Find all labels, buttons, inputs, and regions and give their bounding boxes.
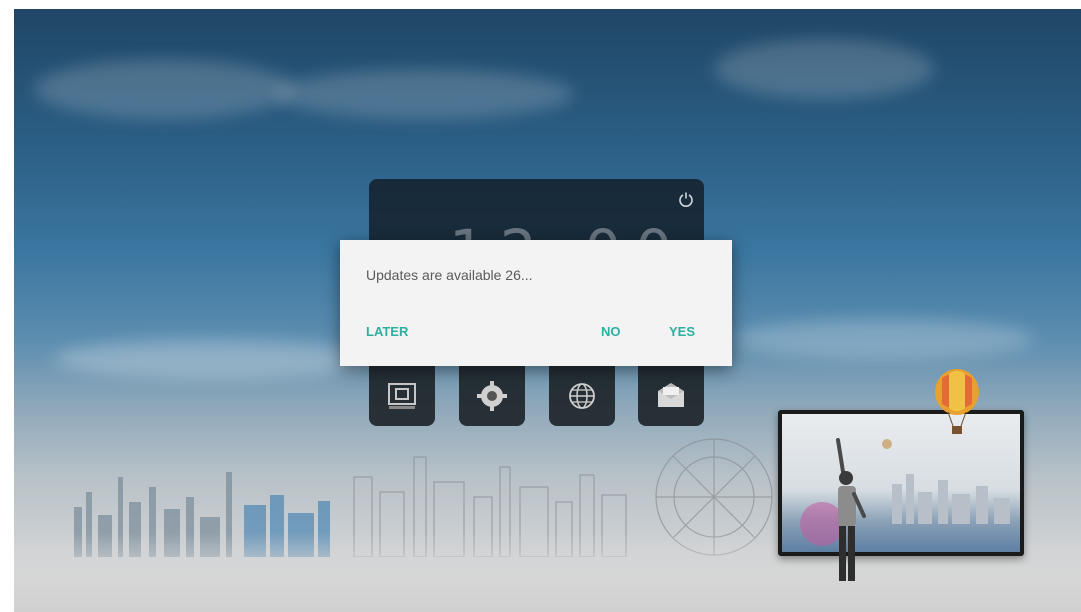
tv-city-illustration (800, 439, 1010, 546)
dialog-message: Updates are available 26... (366, 267, 533, 283)
mail-envelope-icon (658, 383, 684, 407)
app-tile-mail[interactable] (638, 366, 704, 426)
cloud (714, 39, 934, 99)
no-button[interactable]: NO (601, 324, 621, 339)
cloud (34, 59, 294, 119)
later-button[interactable]: LATER (366, 324, 408, 339)
cloud (274, 69, 574, 119)
tv-screen (782, 414, 1020, 552)
media-player-icon (388, 383, 416, 409)
app-tile-settings[interactable] (459, 366, 525, 426)
cloud (734, 319, 1034, 359)
settings-gear-icon (477, 381, 507, 411)
power-icon[interactable] (678, 191, 694, 207)
hot-air-balloon-illustration (935, 369, 979, 434)
yes-button[interactable]: YES (669, 324, 695, 339)
browser-globe-icon (569, 383, 595, 409)
cloud (54, 339, 374, 379)
update-dialog: Updates are available 26... LATER NO YES (340, 240, 732, 366)
person-illustration (836, 438, 866, 581)
clock-widget: 12:00 (369, 179, 704, 285)
tv-promo-image (778, 410, 1024, 556)
app-tile-browser[interactable] (549, 366, 615, 426)
app-tile-media[interactable] (369, 366, 435, 426)
app-shortcut-row (369, 366, 704, 426)
